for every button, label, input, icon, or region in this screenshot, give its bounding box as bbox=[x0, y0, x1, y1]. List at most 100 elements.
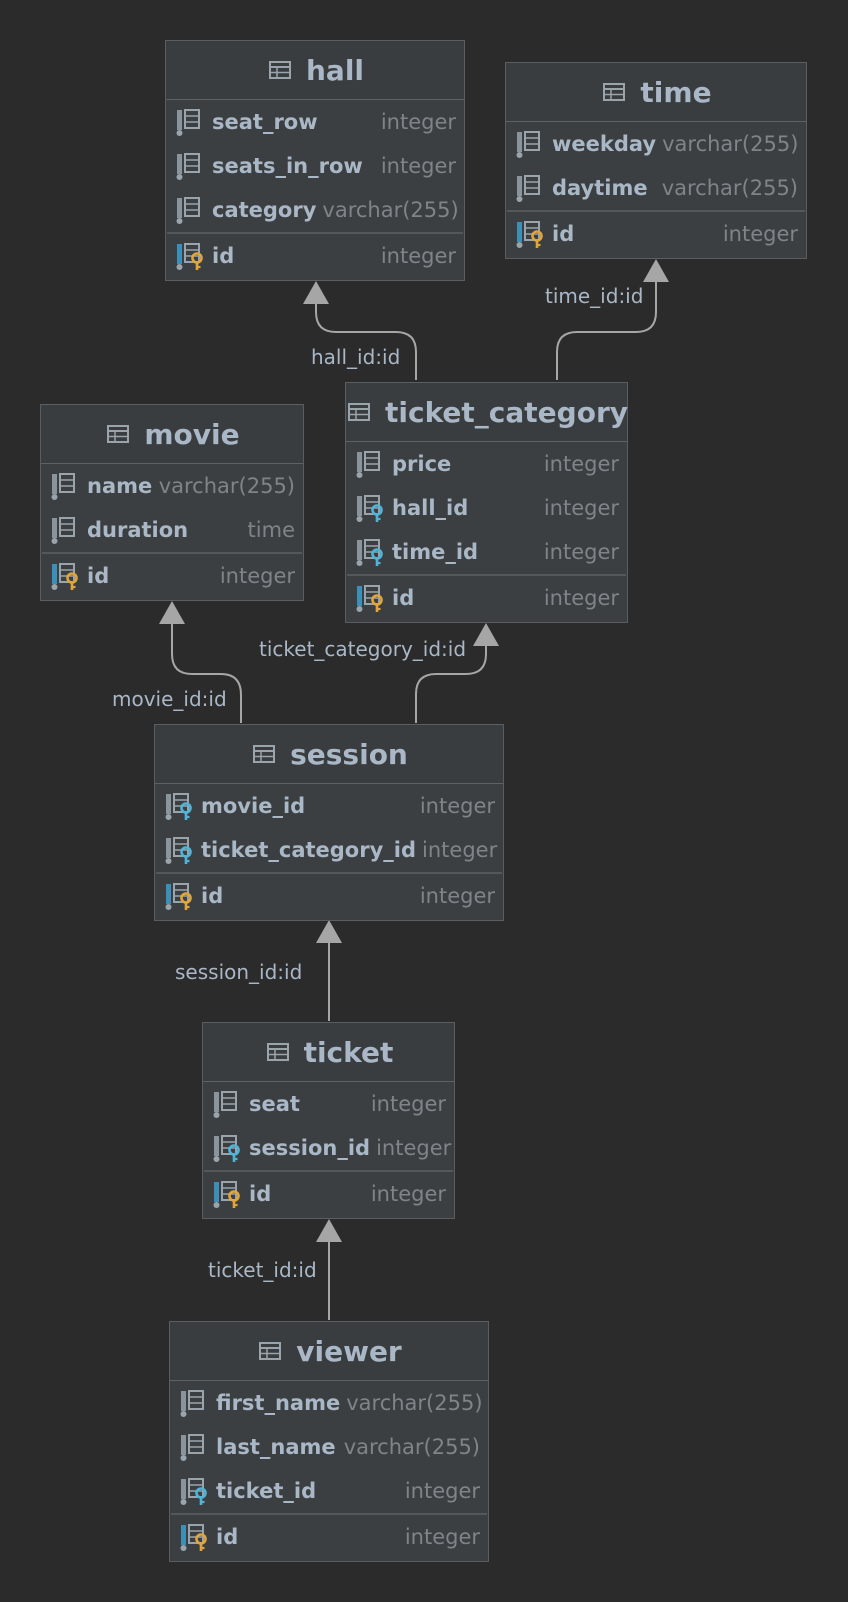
column-icon bbox=[51, 515, 81, 545]
table-name: session bbox=[290, 737, 408, 771]
column-row[interactable]: daytime varchar(255) bbox=[506, 166, 806, 210]
column-row[interactable]: name varchar(255) bbox=[41, 464, 303, 508]
column-type: integer bbox=[543, 452, 619, 476]
table-movie[interactable]: movie name varchar(255) duration time id in… bbox=[40, 404, 304, 601]
column-type: integer bbox=[370, 1182, 446, 1206]
column-row[interactable]: time_id integer bbox=[346, 530, 627, 574]
column-type: varchar(255) bbox=[346, 1391, 483, 1415]
column-row[interactable]: ticket_category_id integer bbox=[155, 828, 503, 872]
table-name: viewer bbox=[296, 1334, 402, 1368]
key-row[interactable]: id integer bbox=[506, 212, 806, 256]
table-header[interactable]: hall bbox=[166, 41, 464, 100]
foreign-key-column-icon bbox=[213, 1133, 243, 1163]
column-type: integer bbox=[404, 1525, 480, 1549]
column-row[interactable]: last_name varchar(255) bbox=[170, 1425, 488, 1469]
column-type: varchar(255) bbox=[343, 1435, 480, 1459]
table-name: time bbox=[640, 75, 712, 109]
table-viewer[interactable]: viewer first_name varchar(255) last_name v… bbox=[169, 1321, 489, 1562]
foreign-key-column-icon bbox=[165, 791, 195, 821]
column-type: varchar(255) bbox=[322, 198, 459, 222]
table-ticket-category[interactable]: ticket_category price integer hall_id inte… bbox=[345, 382, 628, 623]
column-name: id bbox=[392, 586, 415, 610]
column-row[interactable]: seats_in_row integer bbox=[166, 144, 464, 188]
column-name: movie_id bbox=[201, 794, 306, 818]
primary-key-column-icon bbox=[51, 561, 81, 591]
column-row[interactable]: category varchar(255) bbox=[166, 188, 464, 232]
table-name: hall bbox=[305, 53, 365, 87]
table-icon bbox=[104, 421, 132, 447]
key-row[interactable]: id integer bbox=[155, 874, 503, 918]
table-header[interactable]: ticket bbox=[203, 1023, 454, 1082]
table-icon bbox=[266, 57, 294, 83]
column-row[interactable]: ticket_id integer bbox=[170, 1469, 488, 1513]
relation-ticket-id[interactable] bbox=[316, 1219, 342, 1320]
column-row[interactable]: duration time bbox=[41, 508, 303, 552]
column-name: duration bbox=[87, 518, 189, 542]
primary-key-column-icon bbox=[356, 583, 386, 613]
column-row[interactable]: first_name varchar(255) bbox=[170, 1381, 488, 1425]
relation-label-session-id: session_id:id bbox=[175, 960, 303, 984]
key-row[interactable]: id integer bbox=[203, 1172, 454, 1216]
column-type: integer bbox=[543, 586, 619, 610]
table-header[interactable]: movie bbox=[41, 405, 303, 464]
primary-key-column-icon bbox=[165, 881, 195, 911]
table-ticket[interactable]: ticket seat integer session_id integer id i… bbox=[202, 1022, 455, 1219]
column-name: first_name bbox=[216, 1391, 341, 1415]
table-header[interactable]: viewer bbox=[170, 1322, 488, 1381]
table-name: ticket bbox=[303, 1035, 394, 1069]
column-name: id bbox=[216, 1525, 239, 1549]
column-name: hall_id bbox=[392, 496, 469, 520]
column-type: varchar(255) bbox=[662, 132, 799, 156]
column-row[interactable]: movie_id integer bbox=[155, 784, 503, 828]
column-icon bbox=[516, 173, 546, 203]
relation-label-ticket-id: ticket_id:id bbox=[208, 1258, 317, 1282]
table-header[interactable]: session bbox=[155, 725, 503, 784]
primary-key-column-icon bbox=[213, 1179, 243, 1209]
column-name: id bbox=[249, 1182, 272, 1206]
column-name: time_id bbox=[392, 540, 479, 564]
table-name: movie bbox=[144, 417, 240, 451]
relation-session-id[interactable] bbox=[316, 920, 342, 1021]
table-time[interactable]: time weekday varchar(255) daytime varchar(… bbox=[505, 62, 807, 259]
table-header[interactable]: time bbox=[506, 63, 806, 122]
column-name: ticket_category_id bbox=[201, 838, 417, 862]
column-type: integer bbox=[370, 1092, 446, 1116]
column-name: name bbox=[87, 474, 153, 498]
column-icon bbox=[180, 1388, 210, 1418]
column-name: last_name bbox=[216, 1435, 336, 1459]
column-icon bbox=[356, 449, 386, 479]
key-row[interactable]: id integer bbox=[41, 554, 303, 598]
column-row[interactable]: weekday varchar(255) bbox=[506, 122, 806, 166]
key-row[interactable]: id integer bbox=[170, 1515, 488, 1559]
column-name: seats_in_row bbox=[212, 154, 363, 178]
column-icon bbox=[176, 107, 206, 137]
table-hall[interactable]: hall seat_row integer seats_in_row integer… bbox=[165, 40, 465, 281]
column-row[interactable]: hall_id integer bbox=[346, 486, 627, 530]
foreign-key-column-icon bbox=[356, 493, 386, 523]
column-type: integer bbox=[376, 1136, 452, 1160]
column-row[interactable]: seat integer bbox=[203, 1082, 454, 1126]
column-row[interactable]: session_id integer bbox=[203, 1126, 454, 1170]
table-session[interactable]: session movie_id integer ticket_category_… bbox=[154, 724, 504, 921]
column-type: integer bbox=[722, 222, 798, 246]
column-name: session_id bbox=[249, 1136, 371, 1160]
column-icon bbox=[176, 195, 206, 225]
table-icon bbox=[250, 741, 278, 767]
table-header[interactable]: ticket_category bbox=[346, 383, 629, 442]
primary-key-column-icon bbox=[516, 219, 546, 249]
column-type: integer bbox=[419, 794, 495, 818]
column-name: ticket_id bbox=[216, 1479, 317, 1503]
column-name: price bbox=[392, 452, 452, 476]
key-row[interactable]: id integer bbox=[166, 234, 464, 278]
column-row[interactable]: seat_row integer bbox=[166, 100, 464, 144]
key-row[interactable]: id integer bbox=[346, 576, 627, 620]
foreign-key-column-icon bbox=[356, 537, 386, 567]
column-row[interactable]: price integer bbox=[346, 442, 627, 486]
column-name: weekday bbox=[552, 132, 657, 156]
table-icon bbox=[264, 1039, 292, 1065]
relation-time-id[interactable] bbox=[556, 259, 669, 380]
column-type: integer bbox=[380, 244, 456, 268]
relation-label-hall-id: hall_id:id bbox=[311, 345, 401, 369]
table-name: ticket_category bbox=[384, 395, 629, 429]
column-type: integer bbox=[404, 1479, 480, 1503]
